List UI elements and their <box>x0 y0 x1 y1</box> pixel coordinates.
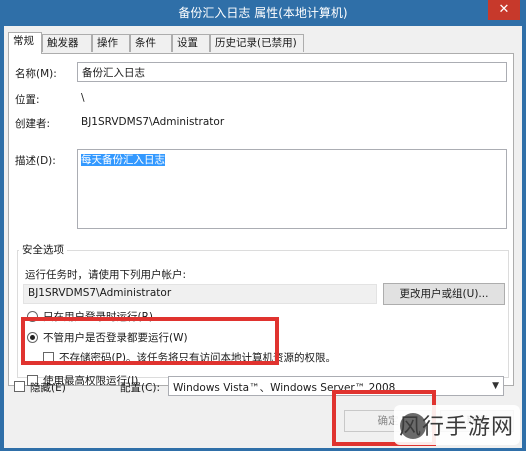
name-label: 名称(M): <box>15 68 57 80</box>
hidden-checkbox[interactable] <box>14 381 25 392</box>
name-field[interactable]: 备份汇入日志 <box>77 62 507 82</box>
window-title: 备份汇入日志 属性(本地计算机) <box>178 6 348 20</box>
watermark-text: 风行手游网 <box>398 415 514 440</box>
properties-dialog: 常规 触发器 操作 条件 设置 历史记录(已禁用) 名称(M): 备份汇入日志 … <box>4 26 522 448</box>
tab-actions[interactable]: 操作 <box>92 34 130 52</box>
location-label: 位置: <box>15 94 40 106</box>
configure-label: 配置(C): <box>120 382 161 394</box>
author-value: BJ1SRVDMS7\Administrator <box>81 116 225 128</box>
author-label: 创建者: <box>15 118 51 130</box>
tab-history[interactable]: 历史记录(已禁用) <box>210 34 304 52</box>
tab-general[interactable]: 常规 <box>8 32 42 54</box>
security-options-title: 安全选项 <box>19 242 67 257</box>
chevron-down-icon: ▼ <box>492 381 499 391</box>
general-panel: 名称(M): 备份汇入日志 位置: \ 创建者: BJ1SRVDMS7\Admi… <box>8 53 514 387</box>
close-button[interactable]: ✕ <box>488 0 520 20</box>
title-bar: 备份汇入日志 属性(本地计算机) ✕ <box>0 0 526 26</box>
location-value: \ <box>81 92 85 104</box>
tab-conditions[interactable]: 条件 <box>130 34 172 52</box>
tab-settings[interactable]: 设置 <box>172 34 210 52</box>
red-highlight-run-options <box>21 317 279 365</box>
tab-triggers[interactable]: 触发器 <box>42 34 92 52</box>
watermark: 风行手游网 <box>394 405 520 445</box>
run-as-prompt: 运行任务时，请使用下列用户帐户: <box>25 269 187 281</box>
account-field: BJ1SRVDMS7\Administrator <box>23 284 377 304</box>
description-label: 描述(D): <box>15 155 56 167</box>
hidden-label: 隐藏(E) <box>30 382 66 394</box>
close-icon: ✕ <box>498 2 510 17</box>
change-user-button[interactable]: 更改用户或组(U)... <box>383 283 505 305</box>
description-text: 每天备份汇入日志 <box>81 154 165 166</box>
description-textarea[interactable]: 每天备份汇入日志 <box>77 149 507 229</box>
